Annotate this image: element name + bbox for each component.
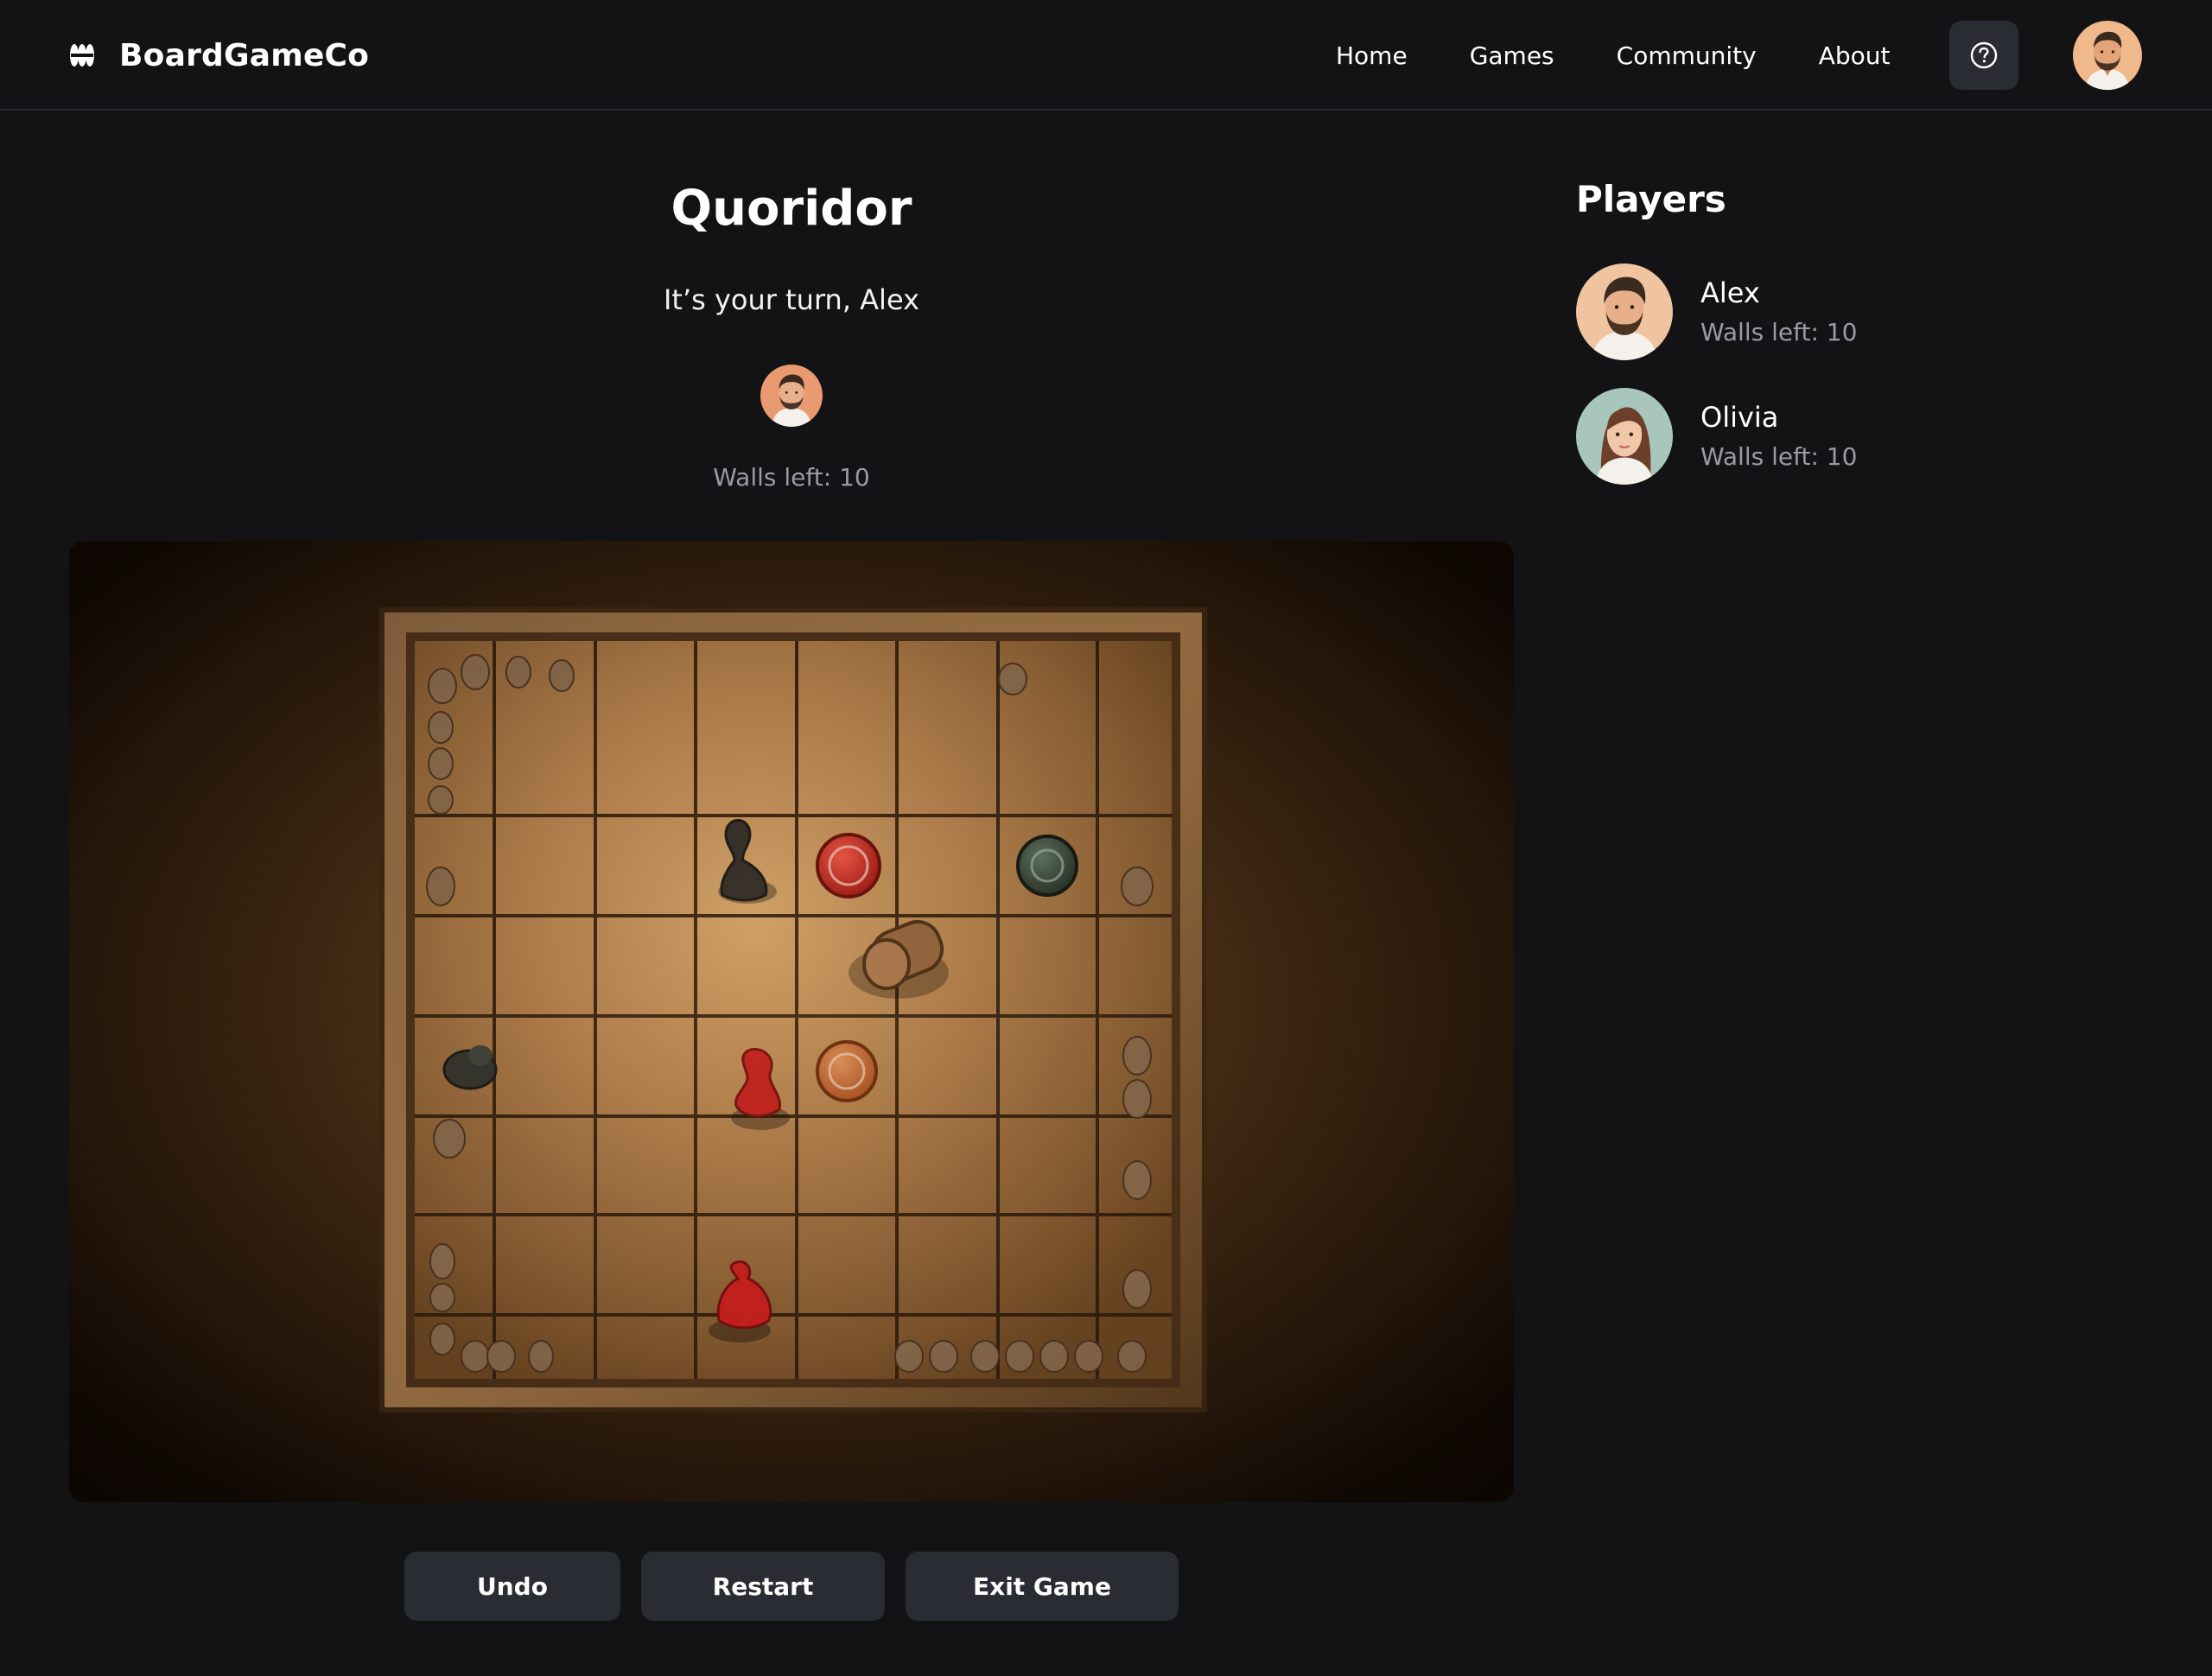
player-walls-olivia: Walls left: 10	[1700, 442, 1858, 472]
user-avatar[interactable]	[2073, 21, 2142, 90]
help-button[interactable]	[1949, 21, 2018, 90]
game-controls: Undo Restart Exit Game	[0, 1552, 1583, 1621]
player-name-alex: Alex	[1700, 276, 1760, 309]
game-status: Quoridor It’s your turn, Alex Walls left…	[69, 138, 1514, 492]
nav-games[interactable]: Games	[1470, 41, 1554, 70]
player-avatar-olivia-image	[1576, 388, 1673, 485]
nav-about[interactable]: About	[1819, 41, 1891, 70]
nav-community[interactable]: Community	[1617, 41, 1757, 70]
board-illustration	[69, 541, 1514, 1502]
restart-button[interactable]: Restart	[641, 1552, 885, 1621]
game-board[interactable]	[69, 541, 1514, 1502]
players-panel: Players Alex Walls left: 10 Olivia Walls…	[1576, 138, 2164, 485]
current-player-avatar	[760, 365, 823, 427]
brand-logo-icon	[70, 44, 94, 67]
player-avatar-alex-image	[1576, 263, 1673, 360]
player-card-olivia[interactable]: Olivia Walls left: 10	[1576, 388, 1857, 485]
player-name-olivia: Olivia	[1700, 401, 1779, 434]
question-circle-icon	[1970, 41, 1998, 69]
current-walls-left: Walls left: 10	[713, 463, 870, 492]
top-navigation-bar: BoardGameCo Home Games Community About	[0, 0, 2212, 111]
current-player-avatar-image	[760, 365, 823, 427]
player-avatar-alex	[1576, 263, 1673, 360]
game-title: Quoridor	[671, 181, 912, 237]
player-avatar-olivia	[1576, 388, 1673, 485]
undo-button[interactable]: Undo	[404, 1552, 620, 1621]
player-walls-alex: Walls left: 10	[1700, 318, 1858, 347]
brand-name: BoardGameCo	[119, 37, 370, 73]
players-title: Players	[1576, 178, 1726, 220]
brand[interactable]: BoardGameCo	[69, 0, 369, 111]
turn-indicator: It’s your turn, Alex	[663, 283, 919, 316]
user-avatar-image	[2073, 21, 2142, 90]
main-nav: Home Games Community About	[1336, 0, 1953, 111]
exit-game-button[interactable]: Exit Game	[906, 1552, 1179, 1621]
player-card-alex[interactable]: Alex Walls left: 10	[1576, 263, 1857, 360]
nav-home[interactable]: Home	[1336, 41, 1408, 70]
